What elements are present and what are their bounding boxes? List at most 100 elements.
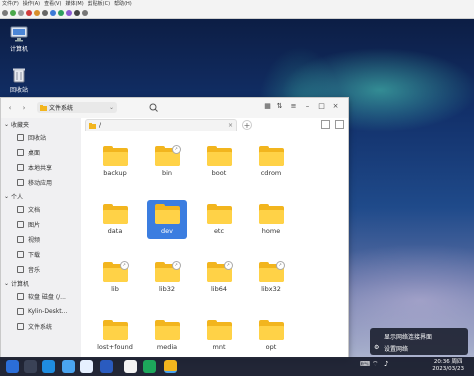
clock-date: 2023/03/23	[432, 366, 464, 372]
sidebar-item-floppy-disk[interactable]: 软盘 磁盘 (/...	[1, 289, 81, 304]
file-name: etc	[213, 227, 225, 235]
sidebar-section-computer[interactable]: ⌄ 计算机	[1, 277, 81, 289]
word-icon[interactable]	[100, 360, 113, 373]
checkpoint-icon[interactable]	[58, 10, 64, 16]
file-name: cdrom	[260, 169, 282, 177]
close-tab-icon[interactable]: ×	[228, 122, 233, 129]
maximize-icon[interactable]: □	[317, 102, 326, 111]
forward-button[interactable]: ›	[20, 104, 28, 112]
sidebar-item-downloads[interactable]: 下载	[1, 247, 81, 262]
sidebar-section-favorites[interactable]: ⌄ 收藏夹	[1, 118, 81, 130]
sidebar-item-filesystem[interactable]: 文件系统	[1, 319, 81, 334]
sidebar-item-videos[interactable]: 视频	[1, 232, 81, 247]
revert-icon[interactable]	[66, 10, 72, 16]
multitask-view-icon[interactable]	[24, 360, 37, 373]
start-menu-icon[interactable]	[6, 360, 19, 373]
view-grid-icon[interactable]: ▦	[263, 102, 272, 111]
sidebar-item-kylin-desktop[interactable]: Kylin-Deskt...	[1, 304, 81, 319]
vm-menu-view[interactable]: 查看(V)	[44, 0, 61, 8]
desktop-trash-icon[interactable]: 回收站	[4, 67, 34, 94]
folder-icon	[154, 320, 180, 340]
disk-icon	[17, 293, 24, 300]
details-pane-icon[interactable]	[335, 120, 344, 129]
desktop-computer-icon[interactable]: 计算机	[4, 26, 34, 53]
sort-icon[interactable]: ⇅	[275, 102, 284, 111]
file-item[interactable]: home	[251, 200, 291, 239]
browser-icon[interactable]	[42, 360, 55, 373]
download-icon	[17, 251, 24, 258]
file-item[interactable]: etc	[199, 200, 239, 239]
vm-menu-action[interactable]: 操作(A)	[23, 0, 40, 8]
file-name: opt	[265, 343, 277, 351]
add-tab-icon[interactable]: +	[242, 120, 252, 130]
enhanced-session-icon[interactable]	[74, 10, 80, 16]
turn-off-icon[interactable]	[18, 10, 24, 16]
file-item[interactable]: mnt	[199, 316, 239, 355]
sidebar-item-desktop[interactable]: 桌面	[1, 145, 81, 160]
search-icon[interactable]	[149, 103, 158, 112]
file-item[interactable]: data	[95, 200, 135, 239]
vm-menu-help[interactable]: 帮助(H)	[114, 0, 132, 8]
file-item[interactable]: lost+found	[95, 316, 135, 355]
folder-icon: ↗	[102, 261, 129, 282]
file-item[interactable]: media	[147, 316, 187, 355]
document-viewer-icon[interactable]	[124, 360, 137, 373]
save-state-icon[interactable]	[34, 10, 40, 16]
file-item[interactable]: ↗ lib	[95, 258, 135, 297]
menu-icon[interactable]: ≡	[289, 102, 298, 111]
file-item[interactable]: ↗ libx32	[251, 258, 291, 297]
file-item[interactable]: dev	[147, 200, 187, 239]
shutdown-icon[interactable]	[26, 10, 32, 16]
sidebar-item-local-share[interactable]: 本地共享	[1, 160, 81, 175]
menu-item-show-network[interactable]: 显示网络连接界面	[384, 332, 432, 341]
file-name: bin	[161, 169, 173, 177]
sidebar-item-trash[interactable]: 回收站	[1, 130, 81, 145]
ctrl-alt-del-icon[interactable]	[2, 10, 8, 16]
chevron-down-icon[interactable]: ⌄	[109, 104, 114, 111]
file-item[interactable]: backup	[95, 142, 135, 181]
back-button[interactable]: ‹	[6, 104, 14, 112]
menu-item-network-settings[interactable]: 设置网络	[384, 344, 408, 353]
sidebar-item-music[interactable]: 音乐	[1, 262, 81, 277]
reset-icon[interactable]	[50, 10, 56, 16]
share-folder-icon	[17, 164, 24, 171]
preview-pane-icon[interactable]	[321, 120, 330, 129]
close-icon[interactable]: ×	[331, 102, 340, 111]
trash-icon	[10, 67, 28, 83]
tab-root[interactable]: / ×	[85, 119, 237, 131]
sidebar-item-documents[interactable]: 文档	[1, 202, 81, 217]
file-item[interactable]: ↗ bin	[147, 142, 187, 181]
open-folder-icon[interactable]	[164, 360, 177, 373]
sidebar-item-mobile-apps[interactable]: 移动应用	[1, 175, 81, 190]
mobile-app-icon	[17, 179, 24, 186]
vm-menu-media[interactable]: 媒体(M)	[65, 0, 83, 8]
folder-icon	[258, 204, 284, 224]
folder-icon	[40, 104, 47, 111]
file-name: dev	[161, 227, 173, 235]
clock[interactable]: 20:36 周四 2023/03/23	[432, 359, 464, 373]
file-item[interactable]: cdrom	[251, 142, 291, 181]
file-item[interactable]: ↗ lib64	[199, 258, 239, 297]
volume-icon[interactable]: ♪	[384, 360, 392, 373]
share-icon[interactable]	[82, 10, 88, 16]
chevron-down-icon: ⌄	[4, 279, 10, 287]
sidebar-section-personal[interactable]: ⌄ 个人	[1, 190, 81, 202]
pause-icon[interactable]	[42, 10, 48, 16]
wechat-icon[interactable]	[143, 360, 156, 373]
vm-menu: 文件(F) 操作(A) 查看(V) 媒体(M) 剪贴板(C) 帮助(H)	[2, 0, 132, 8]
file-item[interactable]: opt	[251, 316, 291, 355]
desktop-icon	[17, 149, 24, 156]
video-icon	[17, 236, 24, 243]
start-icon[interactable]	[10, 10, 16, 16]
location-breadcrumb[interactable]: 文件系统 ⌄	[37, 102, 117, 113]
wifi-icon[interactable]: ⌔	[372, 360, 380, 373]
vm-menu-clipboard[interactable]: 剪贴板(C)	[88, 0, 110, 8]
minimize-icon[interactable]: –	[303, 102, 312, 111]
edge-browser-icon[interactable]	[80, 360, 93, 373]
file-item[interactable]: ↗ lib32	[147, 258, 187, 297]
file-manager-taskbar-icon[interactable]	[62, 360, 75, 373]
keyboard-icon[interactable]: ⌨	[360, 360, 370, 373]
vm-menu-file[interactable]: 文件(F)	[2, 0, 19, 8]
file-item[interactable]: boot	[199, 142, 239, 181]
sidebar-item-pictures[interactable]: 图片	[1, 217, 81, 232]
